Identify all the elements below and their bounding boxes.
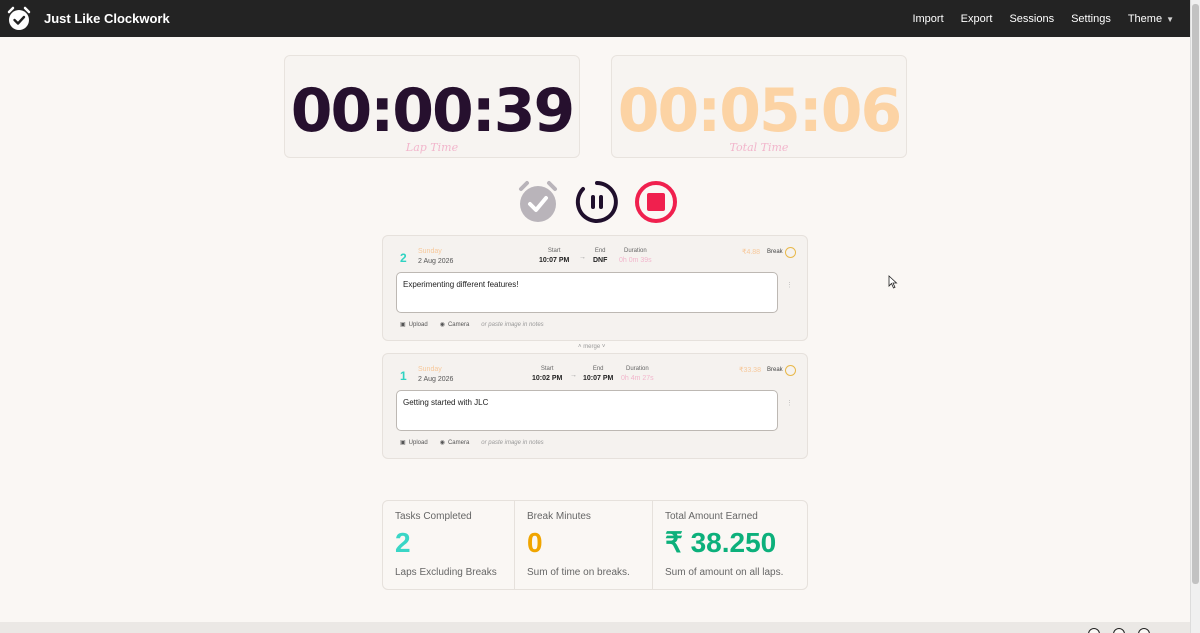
pause-button[interactable]: [575, 180, 619, 224]
stat-title: Break Minutes: [527, 511, 591, 522]
arrow-right-icon: →: [570, 372, 577, 379]
lap-date: 2 Aug 2026: [418, 258, 454, 265]
lap-number: 1: [400, 369, 407, 383]
scrollbar[interactable]: [1190, 0, 1200, 633]
brand[interactable]: Just Like Clockwork: [6, 6, 170, 32]
lap-date: 2 Aug 2026: [418, 376, 454, 383]
chevron-up-icon: ˄: [578, 344, 582, 350]
floating-buttons: [1088, 628, 1150, 633]
lap-card: 2 Sunday 2 Aug 2026 Start 10:07 PM → End…: [382, 235, 808, 341]
lap-start[interactable]: Start 10:07 PM: [539, 248, 569, 264]
lap-duration: Duration 0h 4m 27s: [621, 366, 654, 382]
end-time: 10:07 PM: [583, 375, 614, 382]
new-lap-button[interactable]: [516, 180, 560, 224]
note-tools: ▣ Upload ◉ Camera or paste image in notes: [400, 439, 544, 447]
stat-desc: Sum of amount on all laps.: [665, 566, 784, 578]
camera-label: Camera: [447, 321, 470, 328]
duration-value: 0h 4m 27s: [621, 375, 654, 382]
stat-total-amount: Total Amount Earned ₹ 38.250 Sum of amou…: [653, 501, 807, 589]
drag-handle-icon[interactable]: ⋮: [786, 282, 793, 289]
theme-label: Theme: [1127, 12, 1163, 25]
camera-label: Camera: [447, 439, 470, 446]
camera-icon: ◉: [439, 440, 445, 446]
nav-export[interactable]: Export: [961, 13, 993, 25]
break-label: Break: [767, 367, 783, 373]
stat-title: Total Amount Earned: [665, 511, 758, 522]
lap-end[interactable]: End DNF: [593, 248, 607, 264]
stat-title: Tasks Completed: [395, 511, 472, 522]
stat-desc: Sum of time on breaks.: [527, 566, 630, 578]
merge-label: merge: [583, 344, 601, 350]
lap-notes[interactable]: Getting started with JLC: [396, 390, 778, 431]
lap-amount: ₹33.38: [739, 367, 761, 374]
mouse-pointer-icon: [888, 275, 898, 289]
paste-hint: or paste image in notes: [481, 439, 544, 446]
merge-button[interactable]: ˄ merge ˅: [578, 344, 605, 350]
camera-icon: ◉: [439, 322, 445, 328]
nav-import[interactable]: Import: [912, 13, 943, 25]
image-icon: ▣: [400, 440, 406, 446]
duration-value: 0h 0m 39s: [619, 257, 652, 264]
upload-button[interactable]: ▣ Upload: [400, 439, 428, 447]
start-time: 10:07 PM: [539, 257, 570, 264]
drag-handle-icon[interactable]: ⋮: [786, 400, 793, 407]
stat-value: 0: [527, 527, 543, 558]
lap-card: 1 Sunday 2 Aug 2026 Start 10:02 PM → End…: [382, 353, 808, 459]
upload-button[interactable]: ▣ Upload: [400, 321, 428, 329]
break-toggle[interactable]: [785, 365, 796, 376]
lap-day: Sunday: [418, 248, 442, 255]
lap-amount: ₹4.88: [742, 249, 761, 256]
nav-sessions[interactable]: Sessions: [1009, 13, 1054, 25]
end-label: End: [592, 366, 604, 372]
nav-settings[interactable]: Settings: [1071, 13, 1111, 25]
lap-start[interactable]: Start 10:02 PM: [532, 366, 562, 382]
lap-day: Sunday: [418, 366, 442, 373]
lap-end[interactable]: End 10:07 PM: [583, 366, 613, 382]
floating-button[interactable]: [1138, 628, 1150, 633]
upload-label: Upload: [408, 439, 428, 446]
lap-number: 2: [400, 251, 407, 265]
alarm-clock-logo-icon: [7, 6, 31, 30]
stop-button[interactable]: [634, 180, 678, 224]
start-time: 10:02 PM: [532, 375, 563, 382]
nav-theme-dropdown[interactable]: Theme ▼: [1128, 13, 1174, 25]
arrow-right-icon: →: [579, 254, 586, 261]
camera-button[interactable]: ◉ Camera: [439, 321, 470, 329]
end-label: End: [594, 248, 606, 254]
stat-value: ₹ 38.250: [665, 527, 777, 558]
stat-desc: Laps Excluding Breaks: [395, 566, 497, 578]
lap-timer-card: 00:00:39 Lap Time: [284, 55, 580, 158]
duration-label: Duration: [626, 366, 649, 372]
break-toggle[interactable]: [785, 247, 796, 258]
floating-button[interactable]: [1113, 628, 1125, 633]
scrollbar-thumb[interactable]: [1192, 4, 1199, 584]
start-label: Start: [547, 248, 561, 254]
stat-tasks-completed: Tasks Completed 2 Laps Excluding Breaks: [383, 501, 515, 589]
camera-button[interactable]: ◉ Camera: [439, 439, 470, 447]
stats-panel: Tasks Completed 2 Laps Excluding Breaks …: [382, 500, 808, 590]
paste-hint: or paste image in notes: [481, 321, 544, 328]
lap-notes[interactable]: Experimenting different features!: [396, 272, 778, 313]
chevron-down-icon: ˅: [601, 344, 606, 350]
stat-value: 2: [395, 527, 411, 558]
lap-timer-value: 00:00:39: [290, 76, 575, 146]
chevron-down-icon: ▼: [1166, 14, 1174, 24]
duration-label: Duration: [624, 248, 647, 254]
end-time: DNF: [593, 257, 608, 264]
start-label: Start: [540, 366, 554, 372]
app-title: Just Like Clockwork: [44, 11, 170, 26]
image-icon: ▣: [400, 322, 406, 328]
navbar: Just Like Clockwork Import Export Sessio…: [0, 0, 1190, 37]
floating-button[interactable]: [1088, 628, 1100, 633]
upload-label: Upload: [408, 321, 428, 328]
note-tools: ▣ Upload ◉ Camera or paste image in notes: [400, 321, 544, 329]
timer-controls: [516, 180, 678, 224]
total-timer-card: 00:05:06 Total Time: [611, 55, 907, 158]
stat-break-minutes: Break Minutes 0 Sum of time on breaks.: [515, 501, 653, 589]
total-timer-value: 00:05:06: [617, 76, 902, 146]
nav-links: Import Export Sessions Settings Theme ▼: [912, 13, 1184, 25]
break-label: Break: [767, 249, 783, 255]
lap-duration: Duration 0h 0m 39s: [619, 248, 652, 264]
bottom-bar: [0, 622, 1190, 633]
